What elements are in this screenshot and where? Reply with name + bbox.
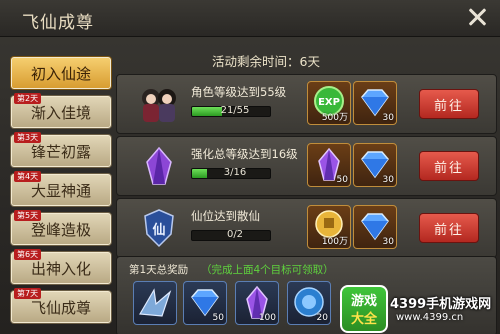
wing-equip-icon <box>139 288 172 317</box>
reward-slot[interactable]: 30 <box>353 143 397 187</box>
task-name: 角色等级达到55级 <box>191 85 287 99</box>
total-reward-hint: （完成上面4个目标可领取） <box>201 264 334 276</box>
reward-slot[interactable]: 30 <box>353 205 397 249</box>
day-tab-3[interactable]: 第3天 锋芒初露 <box>10 132 112 168</box>
reward-count: 500万 <box>321 113 348 123</box>
site-watermark: 游戏 大全 4399手机游戏网 www.4399.cn <box>336 283 500 334</box>
go-button[interactable]: 前往 <box>419 151 479 181</box>
day-tab-6[interactable]: 第6天 出神入化 <box>10 249 112 285</box>
remaining-time: 活动剩余时间：6天 <box>212 54 320 69</box>
close-icon[interactable] <box>466 6 488 28</box>
reward-count: 30 <box>382 113 394 123</box>
day-tab-label: 初入仙途 <box>30 65 91 83</box>
reward-slot[interactable]: 100 <box>235 281 279 325</box>
progress-text: 3/16 <box>223 167 247 178</box>
reward-count: 50 <box>336 175 348 185</box>
day-tab-label: 飞仙成尊 <box>30 299 91 317</box>
total-reward-title: 第1天总奖励 <box>129 264 189 276</box>
day-tab-5[interactable]: 第5天 登峰造极 <box>10 210 112 246</box>
reward-count: 20 <box>316 313 328 323</box>
task-name: 强化总等级达到16级 <box>191 147 298 161</box>
progress-text: 0/2 <box>226 229 244 240</box>
task-row: 仙 仙位达到散仙 0/2 100万 30 前往 <box>116 198 497 258</box>
characters-portrait-icon <box>142 89 176 122</box>
reward-slot[interactable]: 50 <box>183 281 227 325</box>
reward-count: 30 <box>382 175 394 185</box>
reward-slot[interactable] <box>133 281 177 325</box>
svg-text:EXP: EXP <box>318 97 340 108</box>
go-button[interactable]: 前往 <box>419 213 479 243</box>
reward-slot[interactable]: 100万 <box>307 205 351 249</box>
purple-crystal-icon <box>146 146 172 185</box>
reward-count: 100 <box>258 313 276 323</box>
task-name: 仙位达到散仙 <box>191 209 260 223</box>
event-panel: 飞仙成尊 初入仙途 第2天 渐入佳境 第3天 锋芒初露 第4天 大显神通 第5天… <box>0 0 500 334</box>
reward-slot[interactable]: 20 <box>287 281 331 325</box>
title-bar: 飞仙成尊 <box>0 0 500 37</box>
go-button[interactable]: 前往 <box>419 89 479 119</box>
svg-text:仙: 仙 <box>152 222 165 238</box>
day-tab-label: 大显神通 <box>30 182 91 200</box>
day-tab-1[interactable]: 初入仙途 <box>10 56 112 90</box>
reward-count: 50 <box>212 313 224 323</box>
window-title: 飞仙成尊 <box>22 13 94 33</box>
site-name: 4399手机游戏网 <box>390 297 492 312</box>
day-tab-4[interactable]: 第4天 大显神通 <box>10 171 112 207</box>
reward-slot[interactable]: 30 <box>353 81 397 125</box>
immortal-rank-emblem-icon: 仙 <box>144 209 174 248</box>
progress-text: 21/55 <box>220 105 250 116</box>
task-row: 强化总等级达到16级 3/16 50 30 前往 <box>116 136 497 196</box>
day-tab-label: 出神入化 <box>30 260 91 278</box>
site-logo: 游戏 大全 <box>340 285 388 333</box>
day-tab-label: 渐入佳境 <box>30 104 91 122</box>
reward-count: 100万 <box>321 237 348 247</box>
day-tab-label: 锋芒初露 <box>30 143 91 161</box>
day-tab-label: 登峰造极 <box>30 221 91 239</box>
day-tab-list: 初入仙途 第2天 渐入佳境 第3天 锋芒初露 第4天 大显神通 第5天 登峰造极… <box>4 42 112 334</box>
day-tab-7[interactable]: 第7天 飞仙成尊 <box>10 288 112 324</box>
reward-slot[interactable]: EXP 500万 <box>307 81 351 125</box>
reward-slot[interactable]: 50 <box>307 143 351 187</box>
reward-count: 30 <box>382 237 394 247</box>
task-row: 角色等级达到55级 21/55 EXP 500万 30 前往 <box>116 74 497 134</box>
day-tab-2[interactable]: 第2天 渐入佳境 <box>10 93 112 129</box>
site-url: www.4399.cn <box>396 312 464 323</box>
